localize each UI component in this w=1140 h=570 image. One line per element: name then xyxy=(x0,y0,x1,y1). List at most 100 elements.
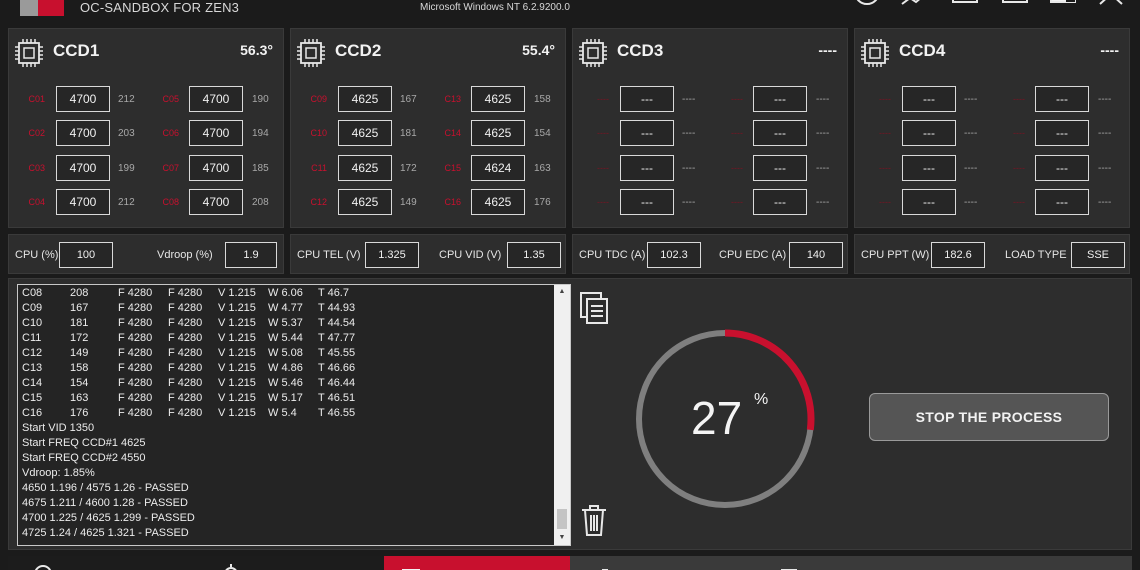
core-value: 185 xyxy=(252,163,269,174)
core-frequency-input[interactable]: --- xyxy=(753,189,807,215)
param-input[interactable]: 102.3 xyxy=(647,242,701,268)
info-icon[interactable] xyxy=(852,0,882,10)
core-label: C02 xyxy=(28,128,45,138)
core-frequency-input[interactable]: --- xyxy=(620,155,674,181)
log-cell: F 4280 xyxy=(118,332,153,344)
core-frequency-input[interactable]: 4700 xyxy=(189,189,243,215)
core-frequency-input[interactable]: 4700 xyxy=(56,86,110,112)
core-frequency-input[interactable]: 4700 xyxy=(56,189,110,215)
core-frequency-input[interactable]: --- xyxy=(902,189,956,215)
window-icon[interactable] xyxy=(1000,0,1030,10)
scroll-down-icon[interactable]: ▼ xyxy=(554,531,570,545)
core-label: ---- xyxy=(731,163,743,173)
scroll-thumb[interactable] xyxy=(557,509,567,529)
param-input[interactable]: 1.35 xyxy=(507,242,561,268)
log-cell: W 5.17 xyxy=(268,392,303,404)
core-frequency-input[interactable]: --- xyxy=(753,155,807,181)
bottom-tab-strip xyxy=(8,556,1132,570)
ccd-header: CCD2 55.4° xyxy=(291,29,565,71)
core-frequency-input[interactable]: --- xyxy=(753,86,807,112)
core-frequency-input[interactable]: --- xyxy=(1035,86,1089,112)
core-frequency-input[interactable]: --- xyxy=(753,120,807,146)
core-frequency-input[interactable]: 4625 xyxy=(338,86,392,112)
param-label: CPU VID (V) xyxy=(439,249,502,261)
core-frequency-input[interactable]: 4625 xyxy=(471,189,525,215)
log-cell: 163 xyxy=(70,392,89,404)
log-cell: V 1.215 xyxy=(218,362,256,374)
core-frequency-input[interactable]: 4700 xyxy=(56,155,110,181)
core-frequency-input[interactable]: --- xyxy=(620,120,674,146)
ccd-temperature: 56.3° xyxy=(240,42,273,58)
core-label: C13 xyxy=(444,94,461,104)
cpu-chip-icon xyxy=(15,39,43,67)
core-frequency-input[interactable]: 4700 xyxy=(189,86,243,112)
progress-unit: % xyxy=(754,391,769,408)
param-input[interactable]: 1.325 xyxy=(365,242,419,268)
param-label: CPU PPT (W) xyxy=(861,249,930,261)
core-label: ---- xyxy=(597,197,609,207)
monitor-icon[interactable] xyxy=(950,0,980,10)
copy-icon[interactable] xyxy=(579,291,609,325)
dashboard-icon xyxy=(34,565,52,570)
log-output[interactable]: ▲ ▼ C08 208 F 4280 F 4280 V 1.215 W 6.06 T 46.… xyxy=(17,284,571,546)
log-cell: F 4280 xyxy=(118,407,153,419)
ccd-header: CCD4 ---- xyxy=(855,29,1129,71)
core-label: C11 xyxy=(311,163,327,173)
stop-process-button[interactable]: STOP THE PROCESS xyxy=(869,393,1109,441)
core-frequency-input[interactable]: --- xyxy=(1035,120,1089,146)
log-cell: C16 xyxy=(22,407,43,419)
param-input[interactable]: 1.9 xyxy=(225,242,277,268)
core-frequency-input[interactable]: --- xyxy=(1035,189,1089,215)
log-cell: 172 xyxy=(70,332,89,344)
trash-icon[interactable] xyxy=(579,503,609,537)
core-value: ---- xyxy=(964,163,978,174)
core-frequency-input[interactable]: --- xyxy=(620,189,674,215)
log-scrollbar[interactable]: ▲ ▼ xyxy=(554,285,570,545)
log-cell: V 1.215 xyxy=(218,287,256,299)
maximize-icon[interactable] xyxy=(1048,0,1078,10)
core-frequency-input[interactable]: --- xyxy=(902,86,956,112)
core-frequency-input[interactable]: 4624 xyxy=(471,155,525,181)
param-input[interactable]: 140 xyxy=(789,242,843,268)
scroll-up-icon[interactable]: ▲ xyxy=(554,285,570,299)
log-cell: V 1.215 xyxy=(218,302,256,314)
tab-home[interactable] xyxy=(8,556,384,570)
core-label: C04 xyxy=(28,197,45,207)
core-value: ---- xyxy=(1098,163,1112,174)
chart-icon[interactable] xyxy=(900,0,930,10)
param-input[interactable]: SSE xyxy=(1071,242,1125,268)
ccd-temperature: 55.4° xyxy=(522,42,555,58)
core-value: ---- xyxy=(682,197,696,208)
core-value: ---- xyxy=(682,128,696,139)
core-frequency-input[interactable]: --- xyxy=(1035,155,1089,181)
param-input[interactable]: 100 xyxy=(59,242,113,268)
param-input[interactable]: 182.6 xyxy=(931,242,985,268)
core-frequency-input[interactable]: --- xyxy=(902,155,956,181)
core-frequency-input[interactable]: 4625 xyxy=(338,120,392,146)
core-label: C09 xyxy=(310,94,327,104)
log-cell: 176 xyxy=(70,407,89,419)
core-label: C08 xyxy=(162,197,179,207)
close-icon[interactable] xyxy=(1096,0,1126,10)
core-frequency-input[interactable]: --- xyxy=(620,86,674,112)
tab-tools[interactable] xyxy=(570,556,1132,570)
tab-active[interactable] xyxy=(384,556,570,570)
core-frequency-input[interactable]: 4625 xyxy=(471,120,525,146)
core-frequency-input[interactable]: 4625 xyxy=(471,86,525,112)
core-label: C05 xyxy=(162,94,179,104)
core-value: ---- xyxy=(816,197,830,208)
log-cell: F 4280 xyxy=(168,362,203,374)
log-cell: F 4280 xyxy=(118,302,153,314)
param-label: Vdroop (%) xyxy=(157,249,213,261)
core-frequency-input[interactable]: 4700 xyxy=(189,120,243,146)
log-cell: F 4280 xyxy=(118,392,153,404)
core-frequency-input[interactable]: --- xyxy=(902,120,956,146)
core-frequency-input[interactable]: 4625 xyxy=(338,155,392,181)
core-frequency-input[interactable]: 4625 xyxy=(338,189,392,215)
core-frequency-input[interactable]: 4700 xyxy=(56,120,110,146)
log-cell: T 46.66 xyxy=(318,362,356,374)
core-frequency-input[interactable]: 4700 xyxy=(189,155,243,181)
core-label: C03 xyxy=(28,163,45,173)
log-cell: F 4280 xyxy=(168,392,203,404)
core-label: ---- xyxy=(597,163,609,173)
